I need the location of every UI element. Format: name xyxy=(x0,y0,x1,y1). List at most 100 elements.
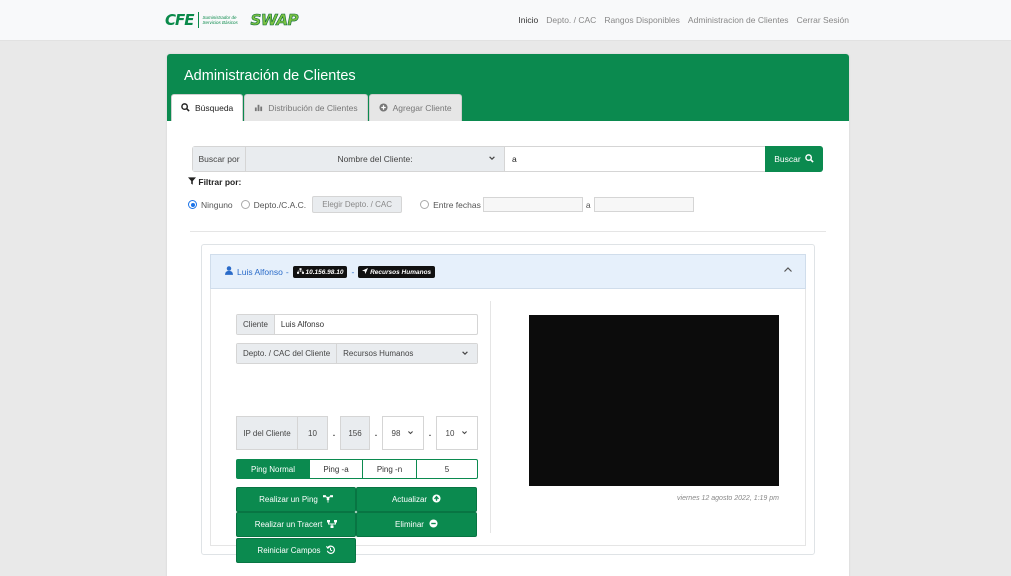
chevron-up-icon[interactable] xyxy=(783,265,793,278)
header-separator: - xyxy=(285,266,289,277)
client-name-input[interactable]: Luis Alfonso xyxy=(275,315,477,334)
location-arrow-icon xyxy=(362,267,370,276)
search-field-select[interactable]: Nombre del Cliente: xyxy=(246,147,505,171)
client-field: Cliente Luis Alfonso xyxy=(236,314,478,335)
chevron-down-icon xyxy=(461,429,468,438)
reset-button[interactable]: Reiniciar Campos xyxy=(236,538,356,563)
ping-a-option[interactable]: Ping -a xyxy=(310,460,363,478)
ip-dot: . xyxy=(428,428,432,438)
reset-button-label: Reiniciar Campos xyxy=(257,546,321,555)
header-separator: - xyxy=(351,266,355,277)
arrow-circle-up-icon xyxy=(432,494,441,505)
network-icon xyxy=(327,519,338,530)
ping-count-input[interactable]: 5 xyxy=(417,460,477,478)
ip-octet-4-select[interactable]: 10 xyxy=(436,416,478,450)
terminal-output xyxy=(529,315,779,486)
search-bar: Buscar por Nombre del Cliente: a Buscar xyxy=(192,146,823,172)
ip-chip: 10.156.98.10 xyxy=(292,265,348,278)
filter-icon xyxy=(188,177,198,187)
chevron-down-icon xyxy=(488,154,496,164)
tab-busqueda[interactable]: Búsqueda xyxy=(171,94,244,121)
tab-agregar-cliente[interactable]: Agregar Cliente xyxy=(368,94,462,121)
nav-link-admin-clientes[interactable]: Administracion de Clientes xyxy=(688,15,789,25)
delete-button-label: Eliminar xyxy=(395,520,424,529)
nav-link-depto[interactable]: Depto. / CAC xyxy=(546,15,596,25)
column-divider xyxy=(490,301,491,533)
nav-links: Inicio Depto. / CAC Rangos Disponibles A… xyxy=(518,15,849,25)
logo-subtitle: Suministrador de Servicios Básicos xyxy=(202,15,238,25)
nav-link-rangos[interactable]: Rangos Disponibles xyxy=(604,15,680,25)
dept-chip-text: Recursos Humanos xyxy=(370,268,432,276)
ip-octet-4: 10 xyxy=(445,428,455,438)
radio-ninguno-label: Ninguno xyxy=(201,199,233,210)
radio-depto-label: Depto./C.A.C. xyxy=(253,199,307,210)
logo-separator xyxy=(197,12,199,28)
timestamp: viernes 12 agosto 2022, 1:19 pm xyxy=(677,495,779,502)
dept-select-value: Recursos Humanos xyxy=(343,349,414,358)
ip-field: IP del Cliente 10 . 156 . 98 . 10 xyxy=(236,416,478,450)
search-field-value: Nombre del Cliente: xyxy=(337,154,413,164)
search-button-label: Buscar xyxy=(774,154,801,164)
history-icon xyxy=(325,545,335,556)
client-name: Luis Alfonso xyxy=(237,266,283,277)
main-card: Administración de Clientes Búsqueda Dist… xyxy=(167,54,849,576)
ip-octet-1: 10 xyxy=(298,416,328,450)
logo-cfe: CFE xyxy=(165,11,194,29)
brand-logo[interactable]: CFE Suministrador de Servicios Básicos S… xyxy=(165,11,299,30)
radio-fechas[interactable] xyxy=(420,200,430,209)
tab-bar: Búsqueda Distribución de Clientes Agrega… xyxy=(171,94,462,121)
client-panel-header[interactable]: Luis Alfonso - 10.156.98.10 - Recursos H… xyxy=(210,254,806,289)
radio-depto[interactable] xyxy=(240,200,250,209)
filter-options: Ninguno Depto./C.A.C. Elegir Depto. / CA… xyxy=(188,196,694,213)
bar-chart-icon xyxy=(254,103,263,114)
delete-button[interactable]: Eliminar xyxy=(356,512,477,537)
ip-octet-3: 98 xyxy=(391,428,401,438)
tracert-button-label: Realizar un Tracert xyxy=(254,520,323,529)
dept-chip: Recursos Humanos xyxy=(358,265,436,278)
nav-link-cerrar-sesion[interactable]: Cerrar Sesión xyxy=(797,15,849,25)
ping-normal-option[interactable]: Ping Normal xyxy=(237,460,310,478)
ping-button[interactable]: Realizar un Ping xyxy=(236,487,356,512)
dept-field: Depto. / CAC del Cliente Recursos Humano… xyxy=(236,343,478,364)
depto-select[interactable]: Elegir Depto. / CAC xyxy=(312,196,403,213)
dept-field-label: Depto. / CAC del Cliente xyxy=(237,344,338,363)
ip-octet-3-select[interactable]: 98 xyxy=(382,416,424,450)
filter-label: Filtrar por: xyxy=(198,177,242,187)
search-input[interactable]: a xyxy=(505,147,765,171)
client-panel: Luis Alfonso - 10.156.98.10 - Recursos H… xyxy=(201,244,815,563)
date-separator: a xyxy=(585,199,591,210)
tab-distribucion[interactable]: Distribución de Clientes xyxy=(244,94,368,121)
date-from-input[interactable] xyxy=(482,197,583,212)
ping-options: Ping Normal Ping -a Ping -n 5 xyxy=(236,459,478,479)
satellite-icon xyxy=(322,494,333,505)
ping-n-option[interactable]: Ping -n xyxy=(363,460,417,478)
nav-link-inicio[interactable]: Inicio xyxy=(518,15,538,25)
tab-label: Agregar Cliente xyxy=(392,103,452,113)
update-button[interactable]: Actualizar xyxy=(356,487,477,512)
logo-swap: SWAP xyxy=(250,11,299,30)
ip-octet-2: 156 xyxy=(340,416,370,450)
update-button-label: Actualizar xyxy=(391,495,428,504)
section-divider xyxy=(190,231,826,232)
top-navbar: CFE Suministrador de Servicios Básicos S… xyxy=(0,0,1011,41)
minus-circle-icon xyxy=(429,519,438,530)
search-button[interactable]: Buscar xyxy=(765,146,823,172)
ping-button-label: Realizar un Ping xyxy=(259,495,318,504)
client-field-label: Cliente xyxy=(237,315,275,334)
tab-label: Distribución de Clientes xyxy=(268,103,358,113)
card-header: Administración de Clientes Búsqueda Dist… xyxy=(167,54,849,121)
dept-select[interactable]: Recursos Humanos xyxy=(337,344,477,363)
page-title: Administración de Clientes xyxy=(184,68,356,84)
radio-ninguno[interactable] xyxy=(188,200,197,209)
tracert-button[interactable]: Realizar un Tracert xyxy=(236,512,356,537)
radio-fechas-label: Entre fechas xyxy=(433,199,481,210)
search-icon xyxy=(804,153,814,165)
ip-chip-text: 10.156.98.10 xyxy=(305,268,344,276)
date-to-input[interactable] xyxy=(593,197,694,212)
tab-label: Búsqueda xyxy=(195,103,234,113)
plus-circle-icon xyxy=(379,102,388,114)
user-icon xyxy=(225,266,233,277)
client-panel-body: Cliente Luis Alfonso Depto. / CAC del Cl… xyxy=(210,289,806,563)
filter-heading: Filtrar por: xyxy=(188,177,241,187)
ip-field-label: IP del Cliente xyxy=(236,416,298,450)
